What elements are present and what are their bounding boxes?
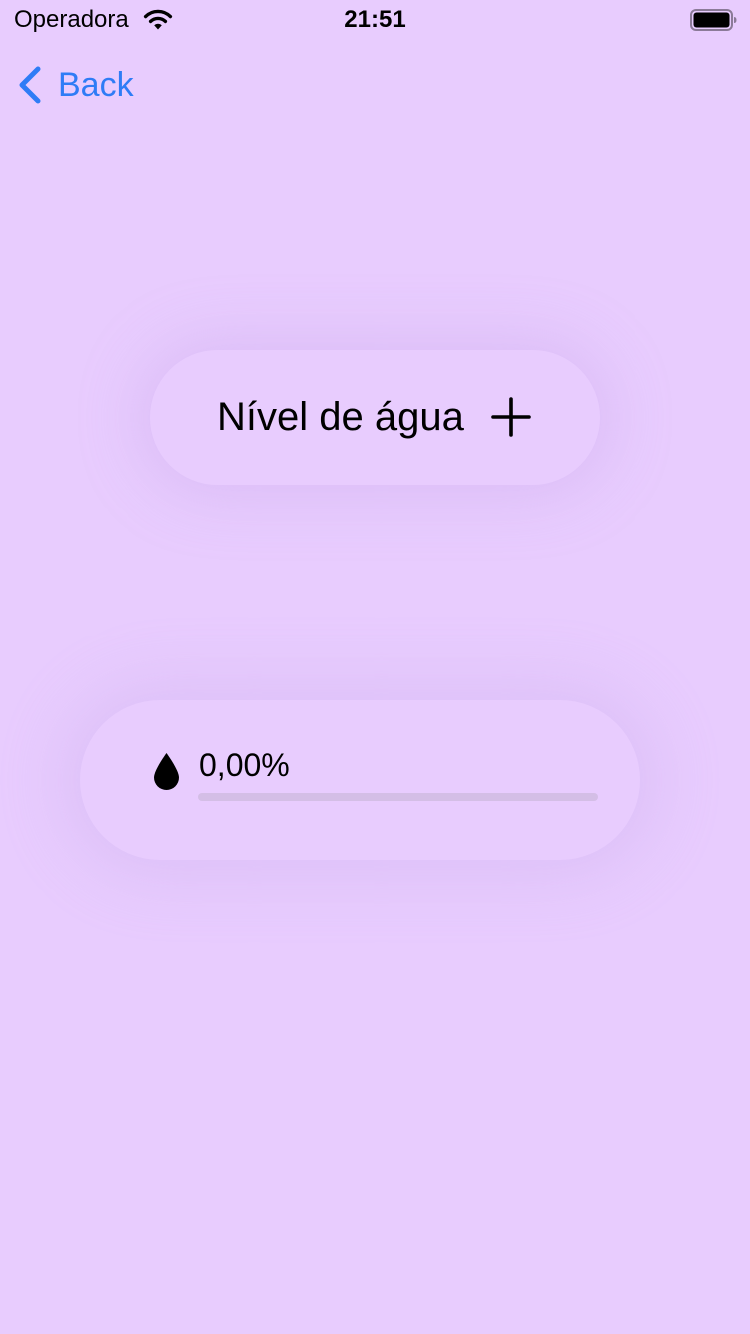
water-progress-bar <box>198 793 598 801</box>
water-percent-label: 0,00% <box>199 747 290 783</box>
back-button-label: Back <box>58 66 134 104</box>
status-bar: Operadora 21:51 <box>0 0 750 40</box>
battery-icon <box>690 9 737 31</box>
clock-time: 21:51 <box>344 6 406 33</box>
water-drop-icon <box>154 753 179 790</box>
back-button[interactable]: Back <box>14 60 134 110</box>
water-level-title: Nível de água <box>217 395 464 439</box>
chevron-left-icon <box>19 66 41 104</box>
plus-icon[interactable] <box>490 396 532 438</box>
